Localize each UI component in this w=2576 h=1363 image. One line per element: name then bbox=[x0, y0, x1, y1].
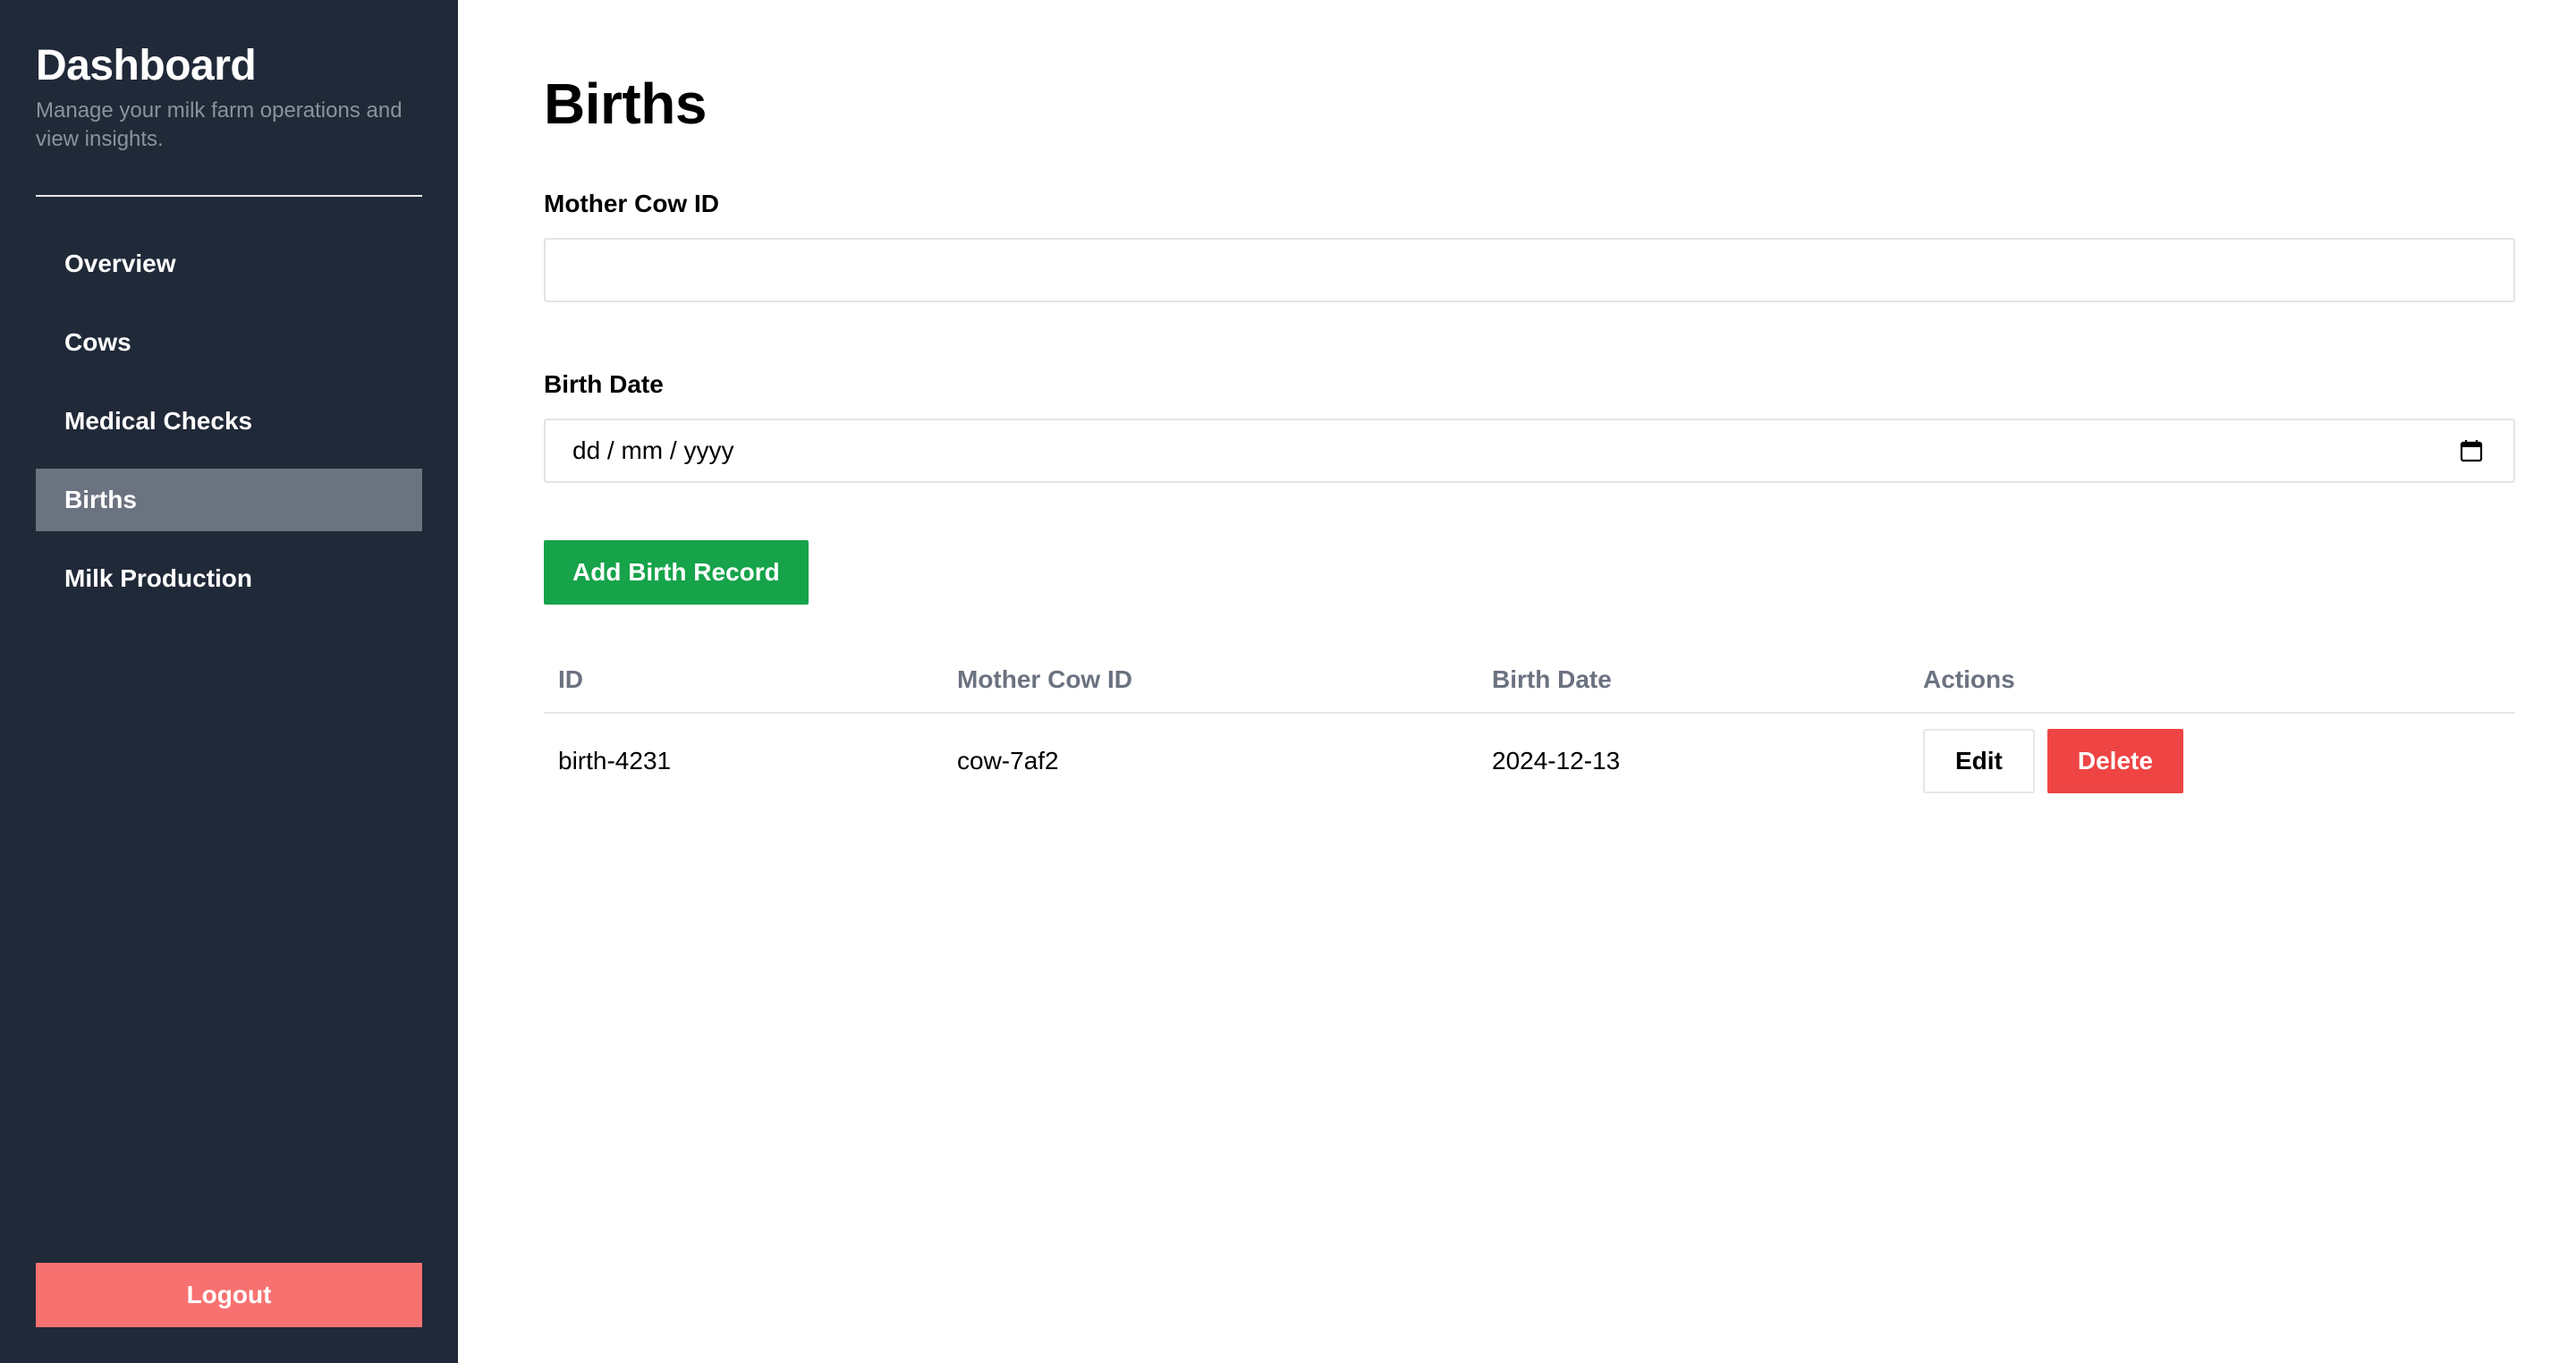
page-title: Births bbox=[544, 72, 707, 136]
sidebar: Dashboard Manage your milk farm operatio… bbox=[0, 0, 458, 1363]
header-actions: Actions bbox=[1909, 648, 2515, 714]
sidebar-item-overview[interactable]: Overview bbox=[36, 233, 422, 295]
mother-cow-id-label: Mother Cow ID bbox=[544, 190, 719, 217]
sidebar-item-medical-checks[interactable]: Medical Checks bbox=[36, 390, 422, 453]
header-id: ID bbox=[544, 648, 943, 714]
app: Dashboard Manage your milk farm operatio… bbox=[0, 0, 2576, 1363]
cell-mother-cow-id: cow-7af2 bbox=[957, 747, 1059, 775]
table-header-row: ID Mother Cow ID Birth Date Actions bbox=[544, 648, 2515, 714]
sidebar-divider bbox=[36, 195, 422, 197]
table-row: birth-4231 cow-7af2 2024-12-13 Edit Delet… bbox=[544, 713, 2515, 808]
cell-birth-date: 2024-12-13 bbox=[1492, 747, 1621, 775]
delete-button[interactable]: Delete bbox=[2046, 729, 2183, 793]
sidebar-item-births[interactable]: Births bbox=[36, 469, 422, 531]
edit-button[interactable]: Edit bbox=[1923, 729, 2035, 793]
sidebar-title: Dashboard bbox=[36, 42, 257, 89]
cell-id: birth-4231 bbox=[558, 747, 672, 775]
sidebar-item-cows[interactable]: Cows bbox=[36, 311, 422, 374]
logout-button[interactable]: Logout bbox=[36, 1263, 422, 1327]
birth-date-placeholder: dd / mm / yyyy bbox=[572, 436, 734, 464]
mother-cow-id-input[interactable] bbox=[544, 238, 2515, 302]
cell-actions: Edit Delete bbox=[1909, 713, 2515, 808]
births-table: ID Mother Cow ID Birth Date Actions birt… bbox=[544, 648, 2515, 808]
birth-date-label: Birth Date bbox=[544, 370, 664, 398]
sidebar-subtitle: Manage your milk farm operations and vie… bbox=[36, 98, 402, 151]
header-birth-date: Birth Date bbox=[1478, 648, 1909, 714]
header-mother-cow-id: Mother Cow ID bbox=[943, 648, 1478, 714]
add-birth-record-button[interactable]: Add Birth Record bbox=[544, 540, 809, 605]
main-content: Births Mother Cow ID Birth Date dd / mm … bbox=[458, 0, 2576, 1363]
sidebar-item-milk-production[interactable]: Milk Production bbox=[36, 547, 422, 610]
sidebar-nav: Overview Cows Medical Checks Births Milk… bbox=[36, 233, 422, 610]
calendar-icon[interactable] bbox=[2460, 439, 2483, 462]
birth-date-input[interactable]: dd / mm / yyyy bbox=[544, 419, 2515, 483]
